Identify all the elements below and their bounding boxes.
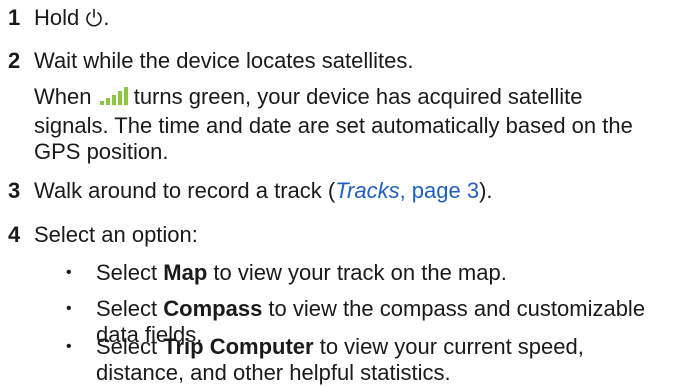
step-number: 3 xyxy=(8,178,21,203)
power-icon xyxy=(85,8,103,34)
step-text: Hold . xyxy=(34,5,109,34)
manual-page: 1 Hold . 2 Wait while the device locates… xyxy=(0,0,694,385)
satellite-signal-icon xyxy=(98,87,128,113)
step-number: 1 xyxy=(8,5,21,30)
bullet-dot: • xyxy=(66,264,72,281)
step-text: Walk around to record a track (Tracks, p… xyxy=(34,178,493,203)
tracks-page-link[interactable]: Tracks, page 3 xyxy=(335,178,479,203)
step-number: 2 xyxy=(8,48,21,73)
bullet-dot: • xyxy=(66,300,72,317)
step-text: Wait while the device locates satellites… xyxy=(34,48,414,73)
step-number: 4 xyxy=(8,222,21,247)
step-text: Select an option: xyxy=(34,222,198,247)
step-2-note: When turns green, your device has acquir… xyxy=(34,84,633,164)
bullet-dot: • xyxy=(66,338,72,355)
